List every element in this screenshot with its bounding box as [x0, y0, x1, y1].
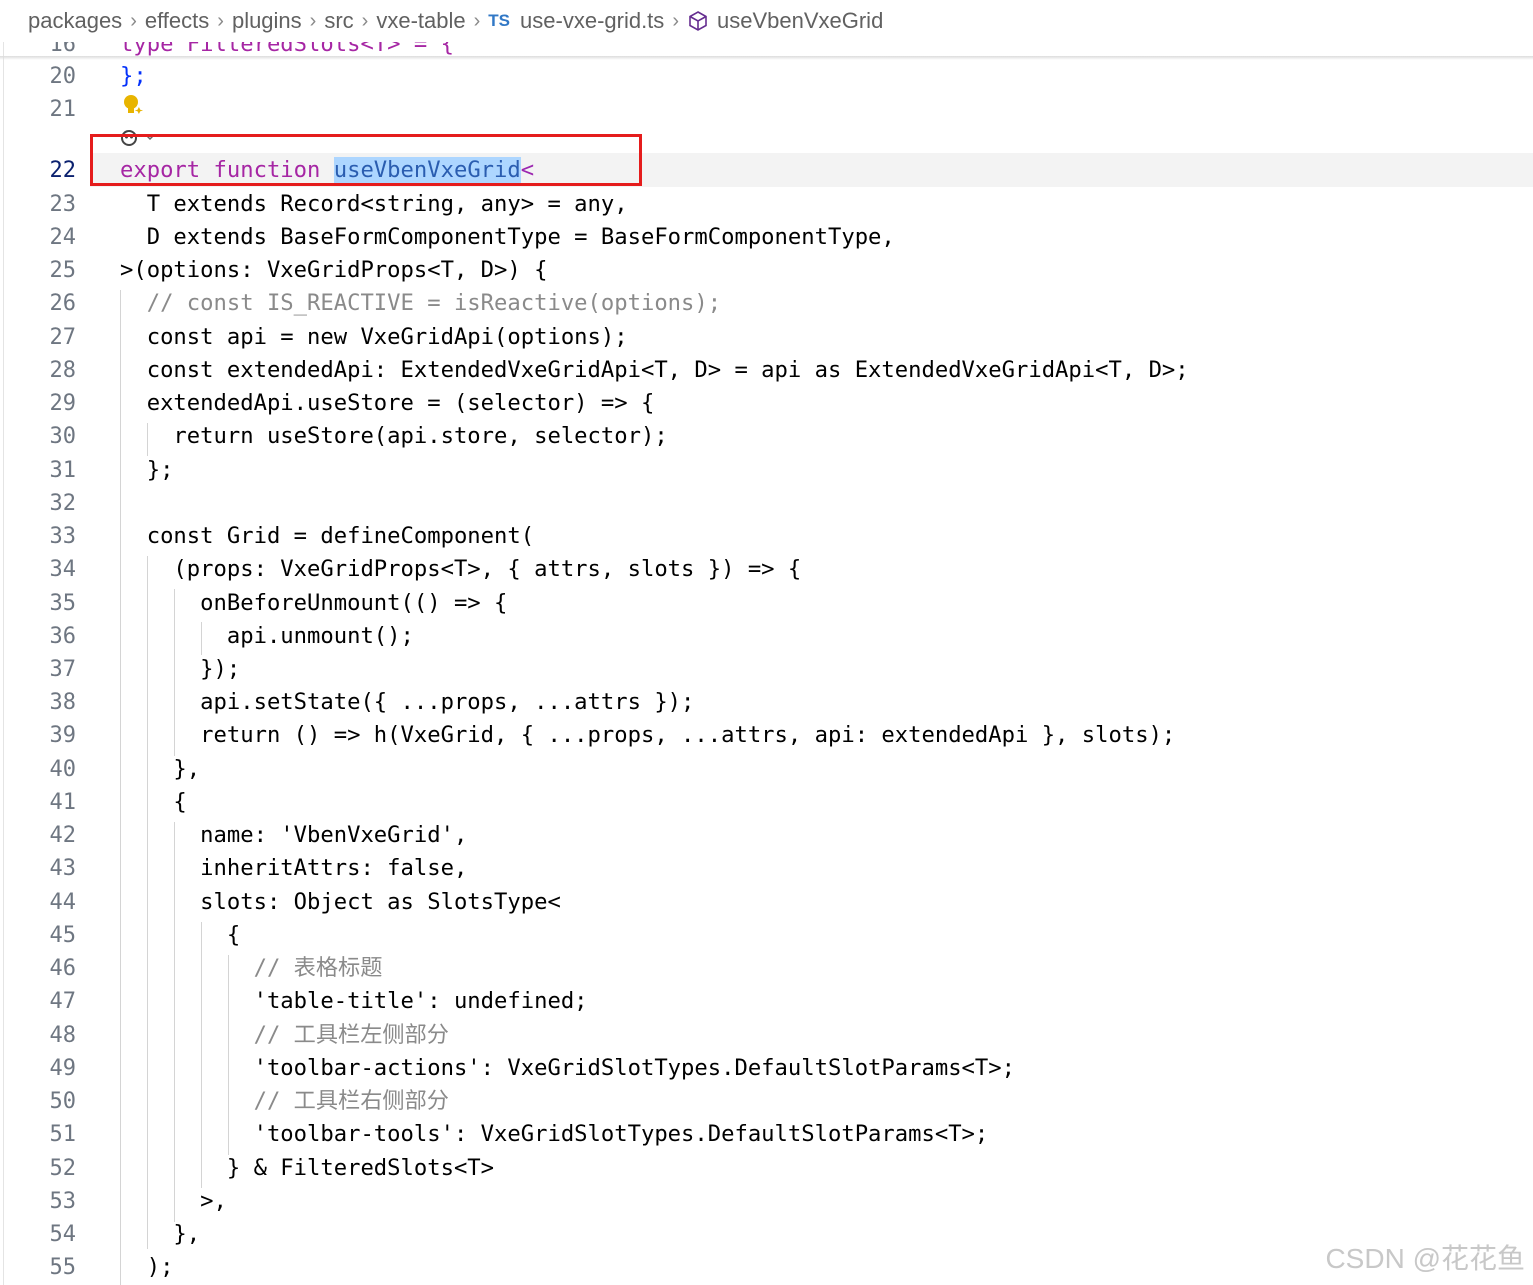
line-number: 31 [49, 458, 77, 483]
code-comment[interactable]: // 表格标题 [120, 952, 383, 985]
code-line[interactable]: }; [120, 454, 174, 487]
code-comment[interactable]: // 工具栏右侧部分 [120, 1085, 449, 1118]
line-number: 30 [49, 424, 77, 449]
code-line[interactable]: >, [120, 1185, 227, 1218]
line-number: 35 [49, 591, 77, 616]
code-line[interactable]: inheritAttrs: false, [120, 852, 467, 885]
chevron-right-icon: › [217, 9, 224, 32]
chevron-right-icon: › [672, 9, 679, 32]
code-line[interactable]: 'toolbar-actions': VxeGridSlotTypes.Defa… [120, 1052, 1015, 1085]
lightbulb-icon[interactable] [120, 93, 146, 119]
breadcrumb-item[interactable]: effects [145, 8, 209, 34]
chevron-right-icon: › [130, 9, 137, 32]
symbol-method-icon [689, 11, 707, 31]
line-number: 28 [49, 358, 77, 383]
code-line[interactable]: return useStore(api.store, selector); [120, 420, 667, 453]
breadcrumb-shadow [0, 56, 1533, 60]
code-line[interactable]: >(options: VxeGridProps<T, D>) { [120, 254, 547, 287]
watermark: CSDN @花花鱼 [1325, 1243, 1525, 1274]
line-number: 20 [49, 64, 77, 89]
line-number: 54 [49, 1222, 77, 1247]
code-line[interactable]: 'toolbar-tools': VxeGridSlotTypes.Defaul… [120, 1118, 989, 1151]
breadcrumb-item[interactable]: plugins [232, 8, 302, 34]
breadcrumb: packages › effects › plugins › src › vxe… [0, 0, 1533, 42]
line-number: 29 [49, 391, 77, 416]
line-number: 33 [49, 524, 77, 549]
code-line[interactable]: const Grid = defineComponent( [120, 520, 534, 553]
line-number: 39 [49, 723, 77, 748]
code-line[interactable]: name: 'VbenVxeGrid', [120, 819, 467, 852]
code-line[interactable]: D extends BaseFormComponentType = BaseFo… [120, 221, 895, 254]
line-number: 24 [49, 225, 77, 250]
typescript-file-icon: TS [488, 11, 511, 30]
code-line[interactable]: const extendedApi: ExtendedVxeGridApi<T,… [120, 354, 1189, 387]
line-number: 40 [49, 757, 77, 782]
chevron-right-icon: › [361, 9, 369, 32]
code-line[interactable]: ); [120, 1251, 174, 1284]
line-number: 34 [49, 557, 77, 582]
line-number: 47 [49, 989, 77, 1014]
code-line[interactable]: T extends Record<string, any> = any, [120, 188, 628, 221]
line-number: 36 [49, 624, 77, 649]
line-number: 21 [49, 97, 77, 122]
line-number: 51 [49, 1122, 77, 1147]
code-line[interactable]: } & FilteredSlots<T> [120, 1152, 494, 1185]
line-number: 53 [49, 1189, 77, 1214]
code-line[interactable]: 'table-title': undefined; [120, 985, 588, 1018]
editor-left-border [3, 42, 4, 1285]
line-number: 49 [49, 1056, 77, 1081]
line-number: 50 [49, 1089, 77, 1114]
line-number: 41 [49, 790, 77, 815]
line-number: 32 [49, 491, 77, 516]
code-line[interactable]: }, [120, 753, 200, 786]
line-number: 25 [49, 258, 77, 283]
code-line[interactable]: extendedApi.useStore = (selector) => { [120, 387, 655, 420]
line-number: 55 [49, 1255, 77, 1280]
code-line[interactable]: (props: VxeGridProps<T>, { attrs, slots … [120, 553, 801, 586]
code-line[interactable]: return () => h(VxeGrid, { ...props, ...a… [120, 719, 1175, 752]
code-line[interactable]: { [120, 919, 240, 952]
line-number: 48 [49, 1023, 77, 1048]
line-number: 44 [49, 890, 77, 915]
line-number: 23 [49, 192, 77, 217]
chevron-right-icon: › [473, 9, 481, 32]
code-line[interactable]: }; [120, 60, 147, 93]
code-line[interactable]: slots: Object as SlotsType< [120, 886, 561, 919]
code-line[interactable]: }); [120, 653, 240, 686]
code-comment[interactable]: // 工具栏左侧部分 [120, 1019, 449, 1052]
code-line[interactable]: }, [120, 1218, 200, 1251]
line-number: 27 [49, 325, 77, 350]
code-line[interactable]: api.setState({ ...props, ...attrs }); [120, 686, 694, 719]
breadcrumb-item[interactable]: vxe-table [376, 8, 465, 34]
line-number: 43 [49, 856, 77, 881]
breadcrumb-item[interactable]: packages [28, 8, 122, 34]
chevron-right-icon: › [309, 9, 317, 32]
code-comment[interactable]: // const IS_REACTIVE = isReactive(option… [120, 287, 721, 320]
line-number: 37 [49, 657, 77, 682]
code-line[interactable]: onBeforeUnmount(() => { [120, 587, 507, 620]
code-editor[interactable]: 16 20 21 22 23 24 25 26 27 28 29 30 31 3… [0, 0, 1533, 1285]
breadcrumb-file[interactable]: use-vxe-grid.ts [520, 8, 664, 34]
line-number: 46 [49, 956, 77, 981]
annotation-highlight-box [90, 134, 642, 186]
line-number: 26 [49, 291, 77, 316]
line-number: 38 [49, 690, 77, 715]
line-number: 42 [49, 823, 77, 848]
line-number: 45 [49, 923, 77, 948]
breadcrumb-symbol[interactable]: useVbenVxeGrid [717, 8, 883, 34]
code-line[interactable]: api.unmount(); [120, 620, 414, 653]
breadcrumb-item[interactable]: src [324, 8, 353, 34]
code-line[interactable]: { [120, 786, 186, 819]
line-number: 52 [49, 1156, 77, 1181]
line-number-active: 22 [49, 158, 77, 183]
code-line[interactable]: const api = new VxeGridApi(options); [120, 321, 628, 354]
